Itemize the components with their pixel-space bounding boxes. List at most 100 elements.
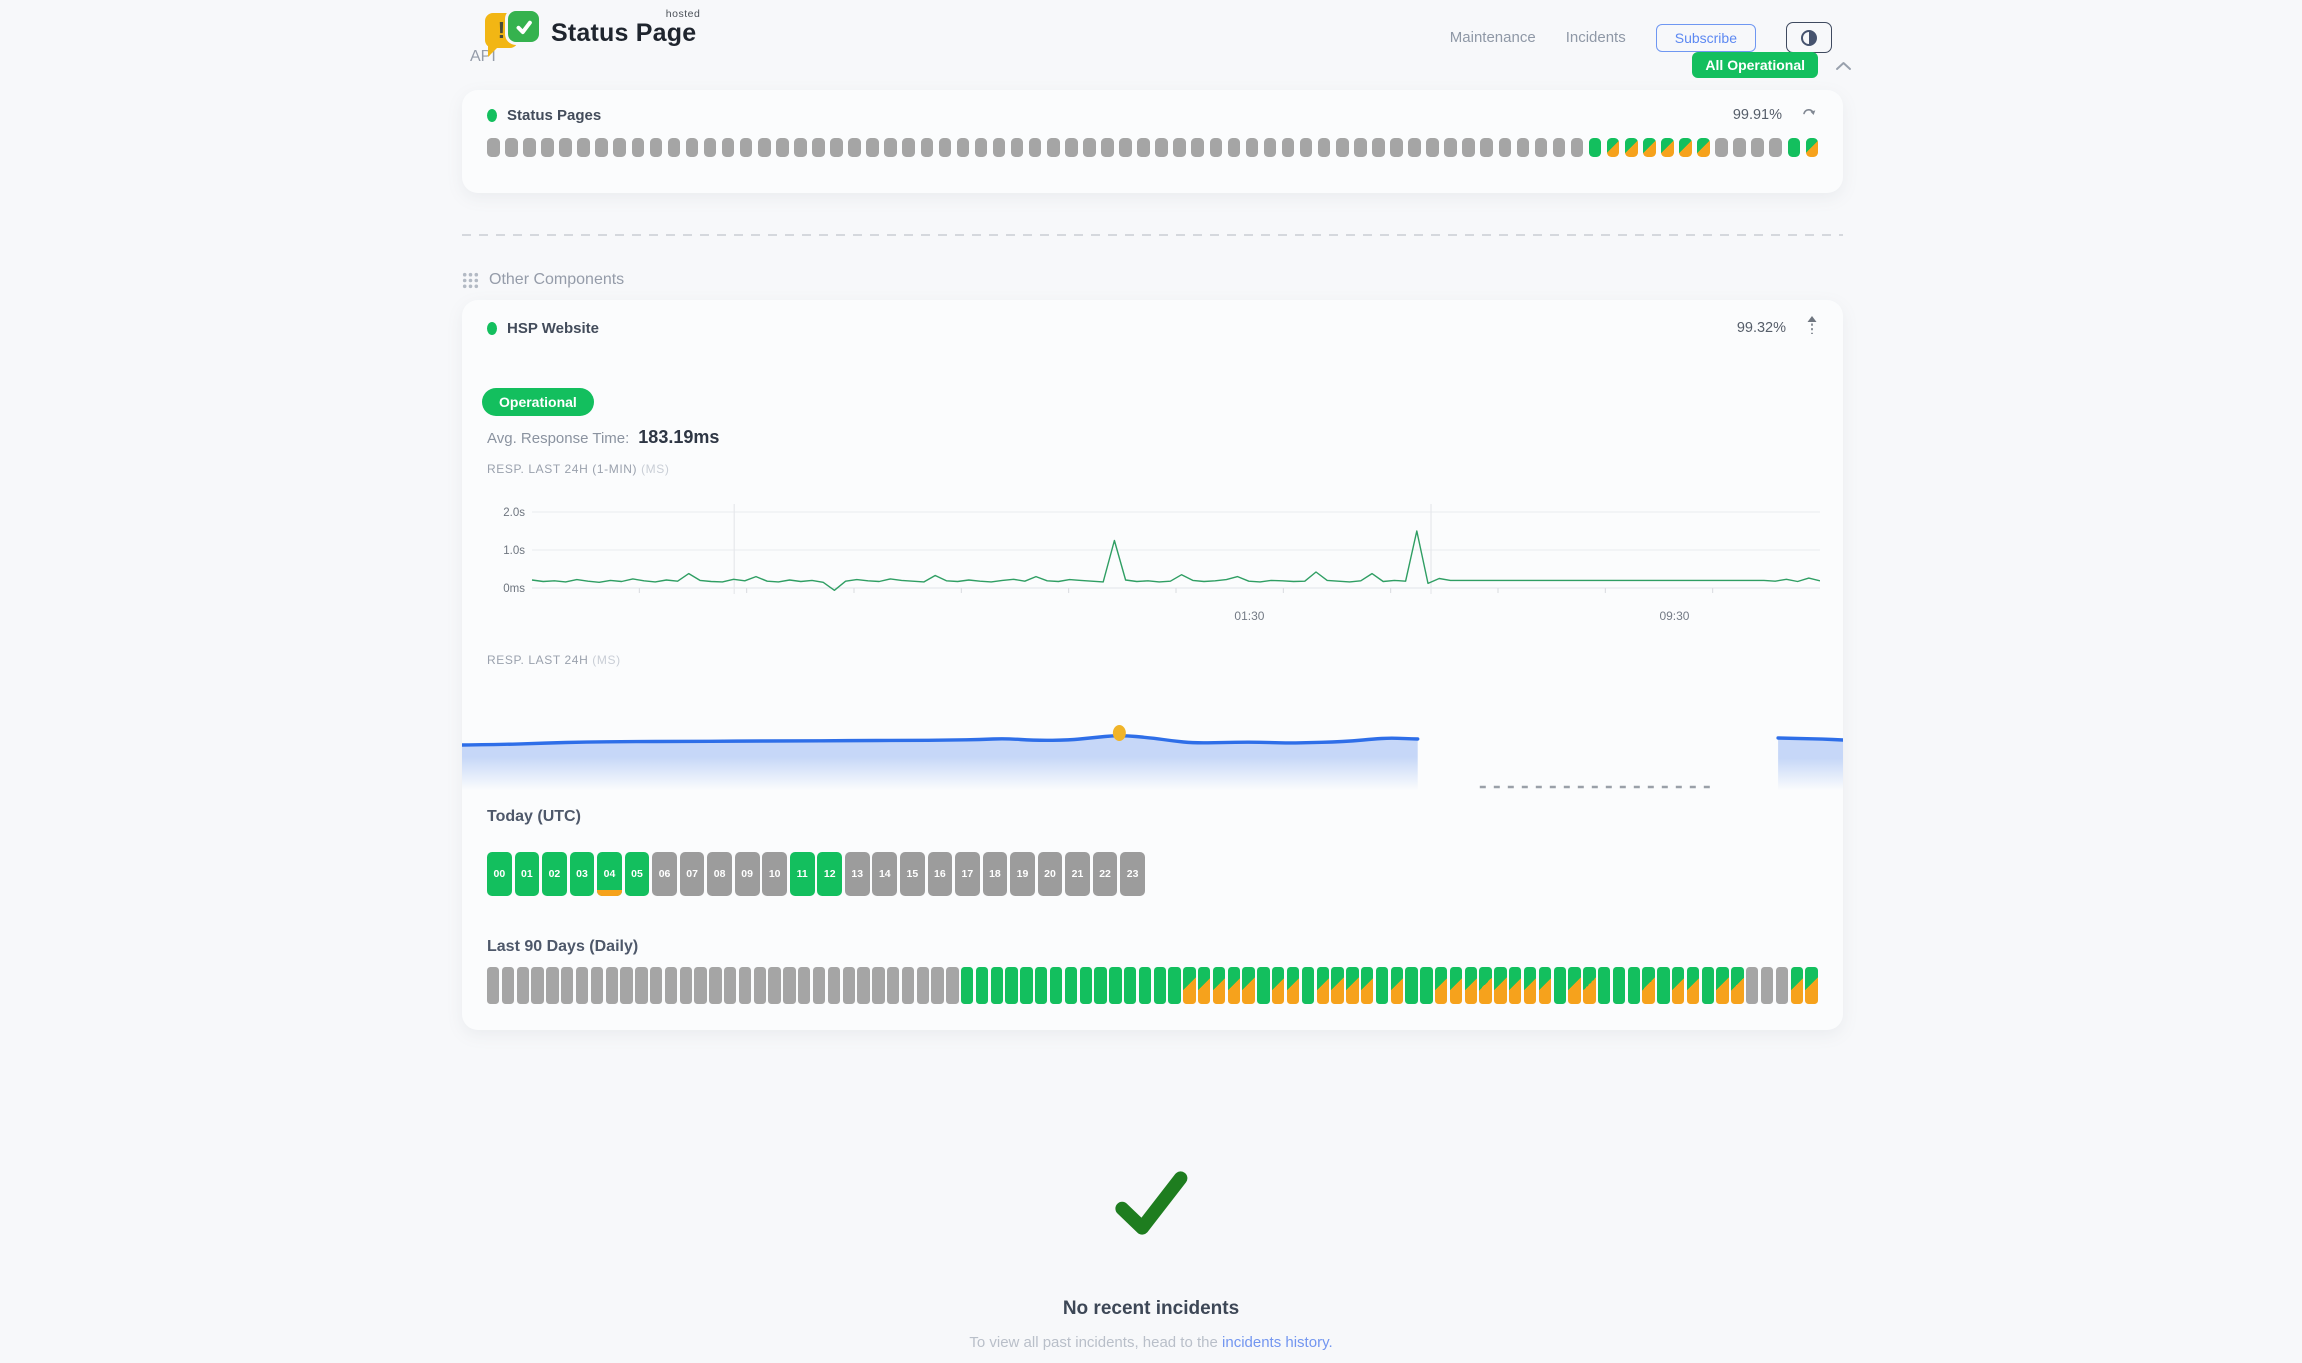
daily-uptime-bar[interactable] bbox=[1761, 967, 1773, 1004]
daily-uptime-bar[interactable] bbox=[709, 967, 721, 1004]
uptime-bar[interactable] bbox=[1589, 138, 1602, 157]
daily-uptime-bar[interactable] bbox=[606, 967, 618, 1004]
uptime-bar[interactable] bbox=[848, 138, 861, 157]
uptime-bar[interactable] bbox=[650, 138, 663, 157]
daily-uptime-bar[interactable] bbox=[694, 967, 706, 1004]
daily-uptime-bar[interactable] bbox=[1361, 967, 1373, 1004]
daily-uptime-bar[interactable] bbox=[813, 967, 825, 1004]
daily-uptime-bar[interactable] bbox=[650, 967, 662, 1004]
daily-uptime-bar[interactable] bbox=[1035, 967, 1047, 1004]
uptime-bar[interactable] bbox=[993, 138, 1006, 157]
uptime-bar[interactable] bbox=[1065, 138, 1078, 157]
daily-uptime-bar[interactable] bbox=[1005, 967, 1017, 1004]
uptime-bar[interactable] bbox=[1300, 138, 1313, 157]
daily-uptime-bar[interactable] bbox=[1376, 967, 1388, 1004]
daily-uptime-bar[interactable] bbox=[1642, 967, 1654, 1004]
uptime-bar[interactable] bbox=[975, 138, 988, 157]
daily-uptime-bar[interactable] bbox=[1450, 967, 1462, 1004]
daily-uptime-bar[interactable] bbox=[976, 967, 988, 1004]
daily-uptime-bar[interactable] bbox=[1628, 967, 1640, 1004]
daily-uptime-bar[interactable] bbox=[1746, 967, 1758, 1004]
daily-uptime-bar[interactable] bbox=[487, 967, 499, 1004]
daily-uptime-bar[interactable] bbox=[1420, 967, 1432, 1004]
uptime-bar[interactable] bbox=[1210, 138, 1223, 157]
daily-uptime-bar[interactable] bbox=[1109, 967, 1121, 1004]
uptime-bar[interactable] bbox=[1553, 138, 1566, 157]
uptime-bar[interactable] bbox=[758, 138, 771, 157]
daily-uptime-bar[interactable] bbox=[1287, 967, 1299, 1004]
uptime-bar[interactable] bbox=[794, 138, 807, 157]
uptime-bar[interactable] bbox=[939, 138, 952, 157]
daily-uptime-bar[interactable] bbox=[546, 967, 558, 1004]
uptime-bar[interactable] bbox=[577, 138, 590, 157]
uptime-bar[interactable] bbox=[1011, 138, 1024, 157]
hour-block-09[interactable]: 09 bbox=[735, 852, 760, 896]
uptime-bar[interactable] bbox=[1408, 138, 1421, 157]
daily-uptime-bar[interactable] bbox=[1228, 967, 1240, 1004]
daily-uptime-bar[interactable] bbox=[991, 967, 1003, 1004]
daily-uptime-bar[interactable] bbox=[1539, 967, 1551, 1004]
uptime-bar[interactable] bbox=[1173, 138, 1186, 157]
uptime-bar[interactable] bbox=[1137, 138, 1150, 157]
uptime-bar[interactable] bbox=[722, 138, 735, 157]
daily-uptime-bar[interactable] bbox=[1568, 967, 1580, 1004]
uptime-bar[interactable] bbox=[632, 138, 645, 157]
hour-block-20[interactable]: 20 bbox=[1038, 852, 1063, 896]
uptime-bar[interactable] bbox=[541, 138, 554, 157]
daily-uptime-bar[interactable] bbox=[1554, 967, 1566, 1004]
daily-uptime-bar[interactable] bbox=[724, 967, 736, 1004]
uptime-bar[interactable] bbox=[668, 138, 681, 157]
daily-uptime-bar[interactable] bbox=[902, 967, 914, 1004]
daily-uptime-bar[interactable] bbox=[1405, 967, 1417, 1004]
uptime-bar[interactable] bbox=[866, 138, 879, 157]
uptime-bar[interactable] bbox=[704, 138, 717, 157]
uptime-bar[interactable] bbox=[1083, 138, 1096, 157]
daily-uptime-bar[interactable] bbox=[1020, 967, 1032, 1004]
daily-uptime-bar[interactable] bbox=[1583, 967, 1595, 1004]
hour-block-07[interactable]: 07 bbox=[680, 852, 705, 896]
uptime-bar[interactable] bbox=[1625, 138, 1638, 157]
uptime-bar[interactable] bbox=[1246, 138, 1259, 157]
hour-block-18[interactable]: 18 bbox=[983, 852, 1008, 896]
daily-uptime-bar[interactable] bbox=[1080, 967, 1092, 1004]
daily-uptime-bar[interactable] bbox=[561, 967, 573, 1004]
daily-uptime-bar[interactable] bbox=[1317, 967, 1329, 1004]
uptime-bar[interactable] bbox=[1769, 138, 1782, 157]
daily-uptime-bar[interactable] bbox=[754, 967, 766, 1004]
uptime-bar[interactable] bbox=[1643, 138, 1656, 157]
daily-uptime-bar[interactable] bbox=[1391, 967, 1403, 1004]
uptime-bar[interactable] bbox=[505, 138, 518, 157]
uptime-bar[interactable] bbox=[1390, 138, 1403, 157]
daily-uptime-bar[interactable] bbox=[1124, 967, 1136, 1004]
daily-uptime-bar[interactable] bbox=[1168, 967, 1180, 1004]
uptime-bar[interactable] bbox=[1571, 138, 1584, 157]
daily-uptime-bar[interactable] bbox=[1509, 967, 1521, 1004]
uptime-bar[interactable] bbox=[523, 138, 536, 157]
daily-uptime-bar[interactable] bbox=[1731, 967, 1743, 1004]
daily-uptime-bar[interactable] bbox=[1776, 967, 1788, 1004]
uptime-bar[interactable] bbox=[1715, 138, 1728, 157]
hour-block-04[interactable]: 04 bbox=[597, 852, 622, 896]
daily-uptime-bar[interactable] bbox=[576, 967, 588, 1004]
daily-uptime-bar[interactable] bbox=[1435, 967, 1447, 1004]
hour-block-17[interactable]: 17 bbox=[955, 852, 980, 896]
daily-uptime-bar[interactable] bbox=[1613, 967, 1625, 1004]
incidents-history-link[interactable]: incidents history bbox=[1222, 1334, 1328, 1351]
hour-block-15[interactable]: 15 bbox=[900, 852, 925, 896]
daily-uptime-bar[interactable] bbox=[857, 967, 869, 1004]
hour-block-16[interactable]: 16 bbox=[928, 852, 953, 896]
nav-link-incidents[interactable]: Incidents bbox=[1566, 29, 1626, 46]
uptime-bar[interactable] bbox=[1101, 138, 1114, 157]
uptime-bar[interactable] bbox=[1047, 138, 1060, 157]
daily-uptime-bar[interactable] bbox=[783, 967, 795, 1004]
daily-uptime-bar[interactable] bbox=[635, 967, 647, 1004]
chevron-up-icon[interactable] bbox=[1835, 58, 1852, 76]
uptime-bar[interactable] bbox=[559, 138, 572, 157]
daily-uptime-bar[interactable] bbox=[1050, 967, 1062, 1004]
daily-uptime-bar[interactable] bbox=[1524, 967, 1536, 1004]
daily-uptime-bar[interactable] bbox=[591, 967, 603, 1004]
hour-block-05[interactable]: 05 bbox=[625, 852, 650, 896]
daily-uptime-bar[interactable] bbox=[872, 967, 884, 1004]
uptime-bar[interactable] bbox=[740, 138, 753, 157]
uptime-bar[interactable] bbox=[1155, 138, 1168, 157]
